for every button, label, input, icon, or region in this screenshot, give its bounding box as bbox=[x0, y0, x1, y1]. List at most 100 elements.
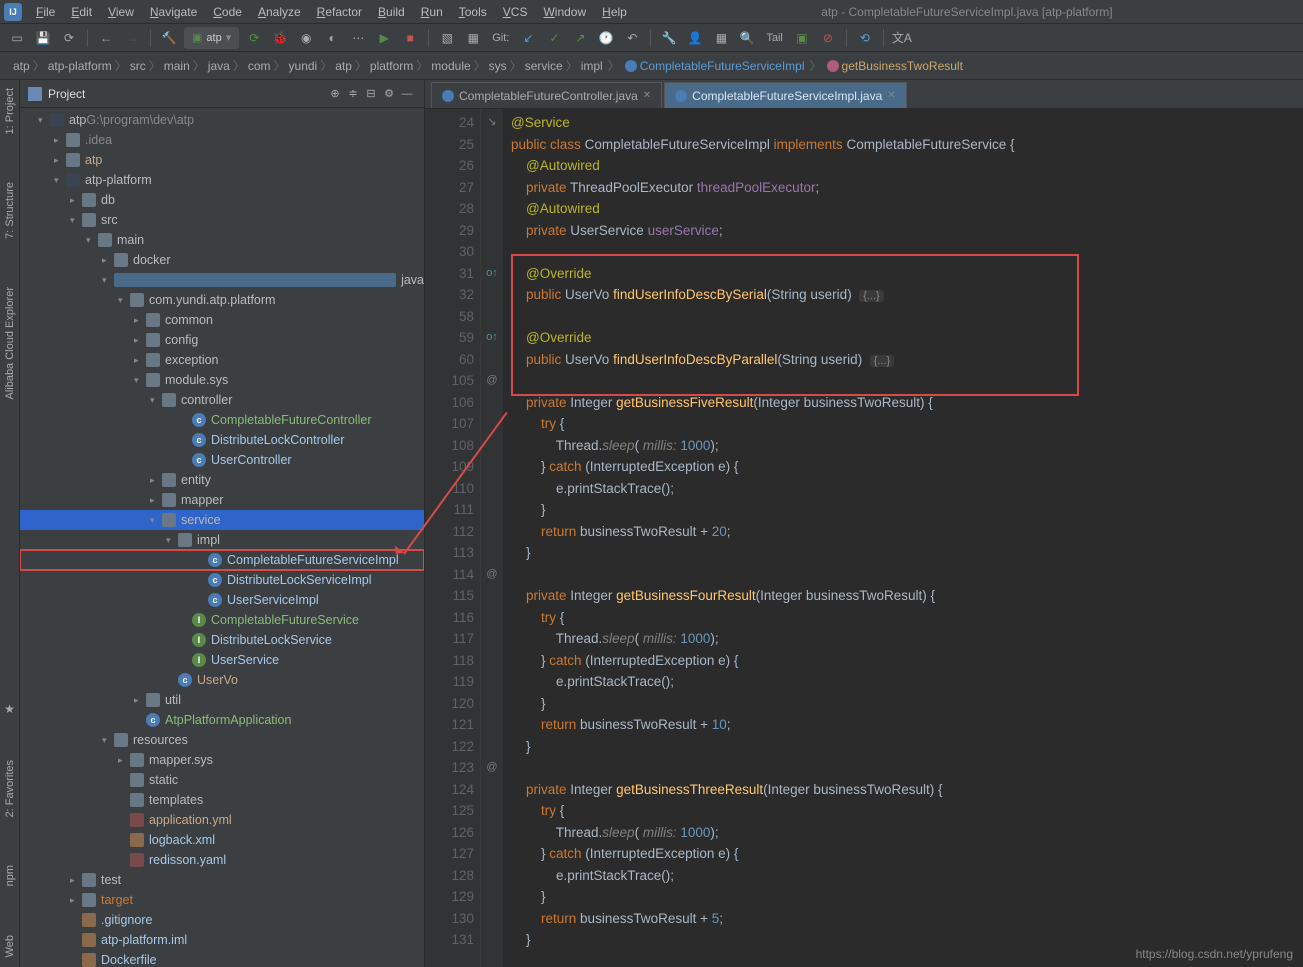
menu-vcs[interactable]: VCS bbox=[495, 5, 536, 19]
editor-tab[interactable]: CompletableFutureController.java✕ bbox=[431, 82, 662, 108]
rail-npm[interactable]: npm bbox=[4, 861, 16, 890]
breadcrumb-item[interactable]: impl bbox=[578, 59, 606, 73]
wrench-icon[interactable]: ▦ bbox=[462, 27, 484, 49]
select-opened-icon[interactable]: ⊕ bbox=[326, 85, 344, 103]
menu-navigate[interactable]: Navigate bbox=[142, 5, 205, 19]
save-icon[interactable]: 💾 bbox=[32, 27, 54, 49]
run-config-selector[interactable]: ▣atp▾ bbox=[184, 27, 239, 49]
breadcrumb-item[interactable]: com bbox=[245, 59, 274, 73]
tree-node[interactable]: IDistributeLockService bbox=[20, 630, 424, 650]
tree-node[interactable]: cDistributeLockServiceImpl bbox=[20, 570, 424, 590]
menu-build[interactable]: Build bbox=[370, 5, 413, 19]
structure-icon[interactable]: ▦ bbox=[710, 27, 732, 49]
run-icon[interactable]: ▶ bbox=[373, 27, 395, 49]
tree-node[interactable]: ▸entity bbox=[20, 470, 424, 490]
breadcrumb-item[interactable]: main bbox=[161, 59, 193, 73]
hide-icon[interactable]: — bbox=[398, 85, 416, 103]
tree-node[interactable]: ▸util bbox=[20, 690, 424, 710]
tree-node[interactable]: ▸atp bbox=[20, 150, 424, 170]
tree-node[interactable]: ▸db bbox=[20, 190, 424, 210]
breadcrumb-item[interactable]: platform bbox=[367, 59, 416, 73]
tree-node[interactable]: ▸test bbox=[20, 870, 424, 890]
menu-help[interactable]: Help bbox=[594, 5, 635, 19]
tree-node[interactable]: cUserServiceImpl bbox=[20, 590, 424, 610]
tree-node[interactable]: redisson.yaml bbox=[20, 850, 424, 870]
breadcrumb-class[interactable]: CompletableFutureServiceImpl bbox=[622, 59, 808, 73]
attach-icon[interactable]: ⋯ bbox=[347, 27, 369, 49]
tree-node[interactable]: cAtpPlatformApplication bbox=[20, 710, 424, 730]
git-rollback-icon[interactable]: ↶ bbox=[621, 27, 643, 49]
stop-icon[interactable]: ■ bbox=[399, 27, 421, 49]
tree-node[interactable]: ▾atp-platform bbox=[20, 170, 424, 190]
tree-node[interactable]: cCompletableFutureServiceImpl bbox=[20, 550, 424, 570]
breadcrumb-item[interactable]: atp bbox=[332, 59, 355, 73]
menu-refactor[interactable]: Refactor bbox=[309, 5, 370, 19]
open-icon[interactable]: ▭ bbox=[6, 27, 28, 49]
menu-analyze[interactable]: Analyze bbox=[250, 5, 309, 19]
tree-node[interactable]: ▾com.yundi.atp.platform bbox=[20, 290, 424, 310]
tree-node[interactable]: ▾service bbox=[20, 510, 424, 530]
tree-node[interactable]: cUserController bbox=[20, 450, 424, 470]
tree-node[interactable]: static bbox=[20, 770, 424, 790]
expand-icon[interactable]: ≑ bbox=[344, 85, 362, 103]
git-update-icon[interactable]: ↙ bbox=[517, 27, 539, 49]
git-commit-icon[interactable]: ✓ bbox=[543, 27, 565, 49]
tree-node[interactable]: ▾controller bbox=[20, 390, 424, 410]
source-view[interactable]: @Servicepublic class CompletableFutureSe… bbox=[503, 109, 1303, 967]
back-icon[interactable]: ← bbox=[95, 27, 117, 49]
coverage-icon[interactable]: ◉ bbox=[295, 27, 317, 49]
tree-node[interactable]: ▾atp G:\program\dev\atp bbox=[20, 110, 424, 130]
search-icon[interactable]: 🔍 bbox=[736, 27, 758, 49]
tree-node[interactable]: ▾src bbox=[20, 210, 424, 230]
tree-node[interactable]: ▸config bbox=[20, 330, 424, 350]
menu-tools[interactable]: Tools bbox=[451, 5, 495, 19]
tree-node[interactable]: ▾module.sys bbox=[20, 370, 424, 390]
tree-node[interactable]: templates bbox=[20, 790, 424, 810]
git-history-icon[interactable]: 🕐 bbox=[595, 27, 617, 49]
tree-node[interactable]: IUserService bbox=[20, 650, 424, 670]
breadcrumb-item[interactable]: module bbox=[428, 59, 473, 73]
gear-icon[interactable]: ⚙ bbox=[380, 85, 398, 103]
tree-node[interactable]: cCompletableFutureController bbox=[20, 410, 424, 430]
tree-node[interactable]: ▸.idea bbox=[20, 130, 424, 150]
forward-icon[interactable]: → bbox=[121, 27, 143, 49]
misc-icon[interactable]: 👤 bbox=[684, 27, 706, 49]
refresh-icon[interactable]: ⟳ bbox=[58, 27, 80, 49]
marker-gutter[interactable]: ↘o↑o↑@@@ bbox=[481, 109, 503, 967]
tree-node[interactable]: ▸mapper bbox=[20, 490, 424, 510]
breadcrumb-item[interactable]: java bbox=[205, 59, 233, 73]
breadcrumb-item[interactable]: src bbox=[127, 59, 149, 73]
tree-node[interactable]: ▸target bbox=[20, 890, 424, 910]
breadcrumb-item[interactable]: sys bbox=[486, 59, 510, 73]
menu-file[interactable]: File bbox=[28, 5, 63, 19]
editor-tab[interactable]: CompletableFutureServiceImpl.java✕ bbox=[664, 82, 906, 108]
menu-view[interactable]: View bbox=[100, 5, 142, 19]
code-editor[interactable]: 2425262728293031325859601051061071081091… bbox=[425, 109, 1303, 967]
db-icon[interactable]: ▧ bbox=[436, 27, 458, 49]
breadcrumb-method[interactable]: getBusinessTwoResult bbox=[824, 59, 966, 73]
tree-node[interactable]: ▸exception bbox=[20, 350, 424, 370]
tree-node[interactable]: cUserVo bbox=[20, 670, 424, 690]
line-gutter[interactable]: 2425262728293031325859601051061071081091… bbox=[425, 109, 481, 967]
project-tree[interactable]: ▾atp G:\program\dev\atp▸.idea▸atp▾atp-pl… bbox=[20, 108, 424, 967]
block-icon[interactable]: ⊘ bbox=[817, 27, 839, 49]
tree-node[interactable]: atp-platform.iml bbox=[20, 930, 424, 950]
menu-code[interactable]: Code bbox=[205, 5, 250, 19]
deploy-icon[interactable]: ⟲ bbox=[854, 27, 876, 49]
breadcrumb-item[interactable]: service bbox=[522, 59, 566, 73]
tree-node[interactable]: ▸mapper.sys bbox=[20, 750, 424, 770]
tree-node[interactable]: ▾java bbox=[20, 270, 424, 290]
build-icon[interactable]: 🔨 bbox=[158, 27, 180, 49]
tree-node[interactable]: ▾main bbox=[20, 230, 424, 250]
debug-icon[interactable]: 🐞 bbox=[269, 27, 291, 49]
breadcrumb-item[interactable]: atp bbox=[10, 59, 33, 73]
tree-node[interactable]: ▾impl bbox=[20, 530, 424, 550]
menu-window[interactable]: Window bbox=[535, 5, 594, 19]
rail-web[interactable]: Web bbox=[4, 931, 16, 961]
rail-structure[interactable]: 7: Structure bbox=[4, 178, 16, 243]
rail-project[interactable]: 1: Project bbox=[4, 84, 16, 138]
menu-edit[interactable]: Edit bbox=[63, 5, 100, 19]
run-restart-icon[interactable]: ⟳ bbox=[243, 27, 265, 49]
rail-alibaba[interactable]: Alibaba Cloud Explorer bbox=[4, 283, 16, 404]
close-icon[interactable]: ✕ bbox=[643, 90, 651, 101]
